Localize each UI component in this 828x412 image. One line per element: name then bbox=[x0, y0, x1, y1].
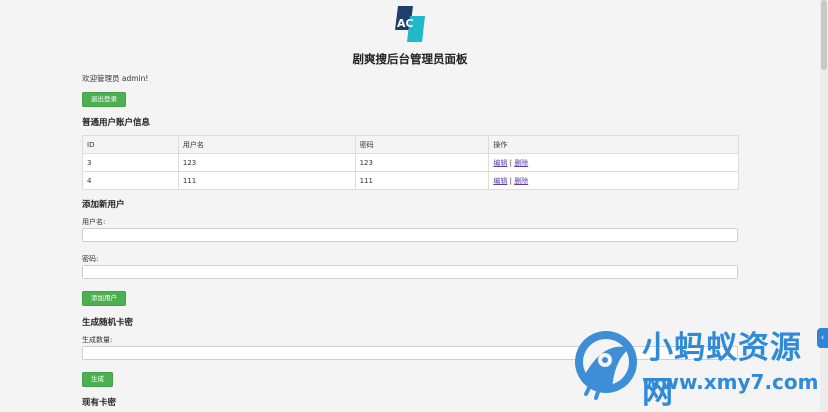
username-input[interactable] bbox=[82, 228, 738, 242]
cell-username: 123 bbox=[177, 153, 356, 172]
edit-user-link[interactable]: 编辑 bbox=[493, 177, 507, 185]
users-table: ID 用户名 密码 操作 3 123 123 编辑 | 删除 4 111 111… bbox=[82, 135, 739, 190]
column-header-actions: 操作 bbox=[488, 135, 739, 154]
watermark-cn-text: 小蚂蚁资源网 bbox=[642, 330, 802, 411]
watermark-url-text: www.xmy7.com bbox=[642, 370, 819, 394]
site-logo: AC bbox=[395, 6, 425, 42]
site-watermark: 小蚂蚁资源网 www.xmy7.com bbox=[572, 320, 822, 411]
scrollbar-thumb[interactable] bbox=[821, 0, 827, 70]
welcome-message: 欢迎管理员 admin! bbox=[82, 74, 149, 83]
vertical-scrollbar[interactable] bbox=[820, 0, 828, 412]
existing-cards-section-title: 现有卡密 bbox=[82, 398, 117, 408]
actions-separator: | bbox=[509, 158, 512, 167]
add-user-section-title: 添加新用户 bbox=[82, 200, 125, 210]
column-header-id: ID bbox=[82, 135, 179, 154]
logo-text: AC bbox=[397, 17, 414, 30]
password-label: 密码: bbox=[82, 255, 99, 263]
users-section-title: 普通用户账户信息 bbox=[82, 118, 151, 128]
username-label: 用户名: bbox=[82, 218, 106, 226]
cell-password: 111 bbox=[354, 171, 490, 190]
column-header-username: 用户名 bbox=[177, 135, 356, 154]
cell-actions: 编辑 | 删除 bbox=[488, 171, 739, 190]
actions-separator: | bbox=[509, 176, 512, 185]
cell-username: 111 bbox=[177, 171, 356, 190]
cell-password: 123 bbox=[354, 153, 490, 172]
add-user-button[interactable]: 添加用户 bbox=[82, 291, 126, 306]
cell-actions: 编辑 | 删除 bbox=[488, 153, 739, 172]
generate-count-label: 生成数量: bbox=[82, 336, 113, 344]
delete-user-link[interactable]: 删除 bbox=[514, 159, 528, 167]
generate-cards-section-title: 生成随机卡密 bbox=[82, 318, 134, 328]
cell-id: 4 bbox=[82, 171, 179, 190]
column-header-password: 密码 bbox=[354, 135, 490, 154]
generate-button[interactable]: 生成 bbox=[82, 372, 113, 387]
delete-user-link[interactable]: 删除 bbox=[514, 177, 528, 185]
side-tab-chevron-left-icon[interactable]: ‹ bbox=[817, 328, 828, 348]
page-title: 剧爽搜后台管理员面板 bbox=[352, 52, 468, 66]
ant-logo-icon bbox=[575, 331, 637, 400]
table-header-row: ID 用户名 密码 操作 bbox=[82, 135, 739, 154]
cell-id: 3 bbox=[82, 153, 179, 172]
table-row: 4 111 111 编辑 | 删除 bbox=[82, 171, 739, 190]
logout-button[interactable]: 退出登录 bbox=[82, 92, 126, 107]
table-row: 3 123 123 编辑 | 删除 bbox=[82, 153, 739, 172]
password-input[interactable] bbox=[82, 265, 738, 279]
edit-user-link[interactable]: 编辑 bbox=[493, 159, 507, 167]
